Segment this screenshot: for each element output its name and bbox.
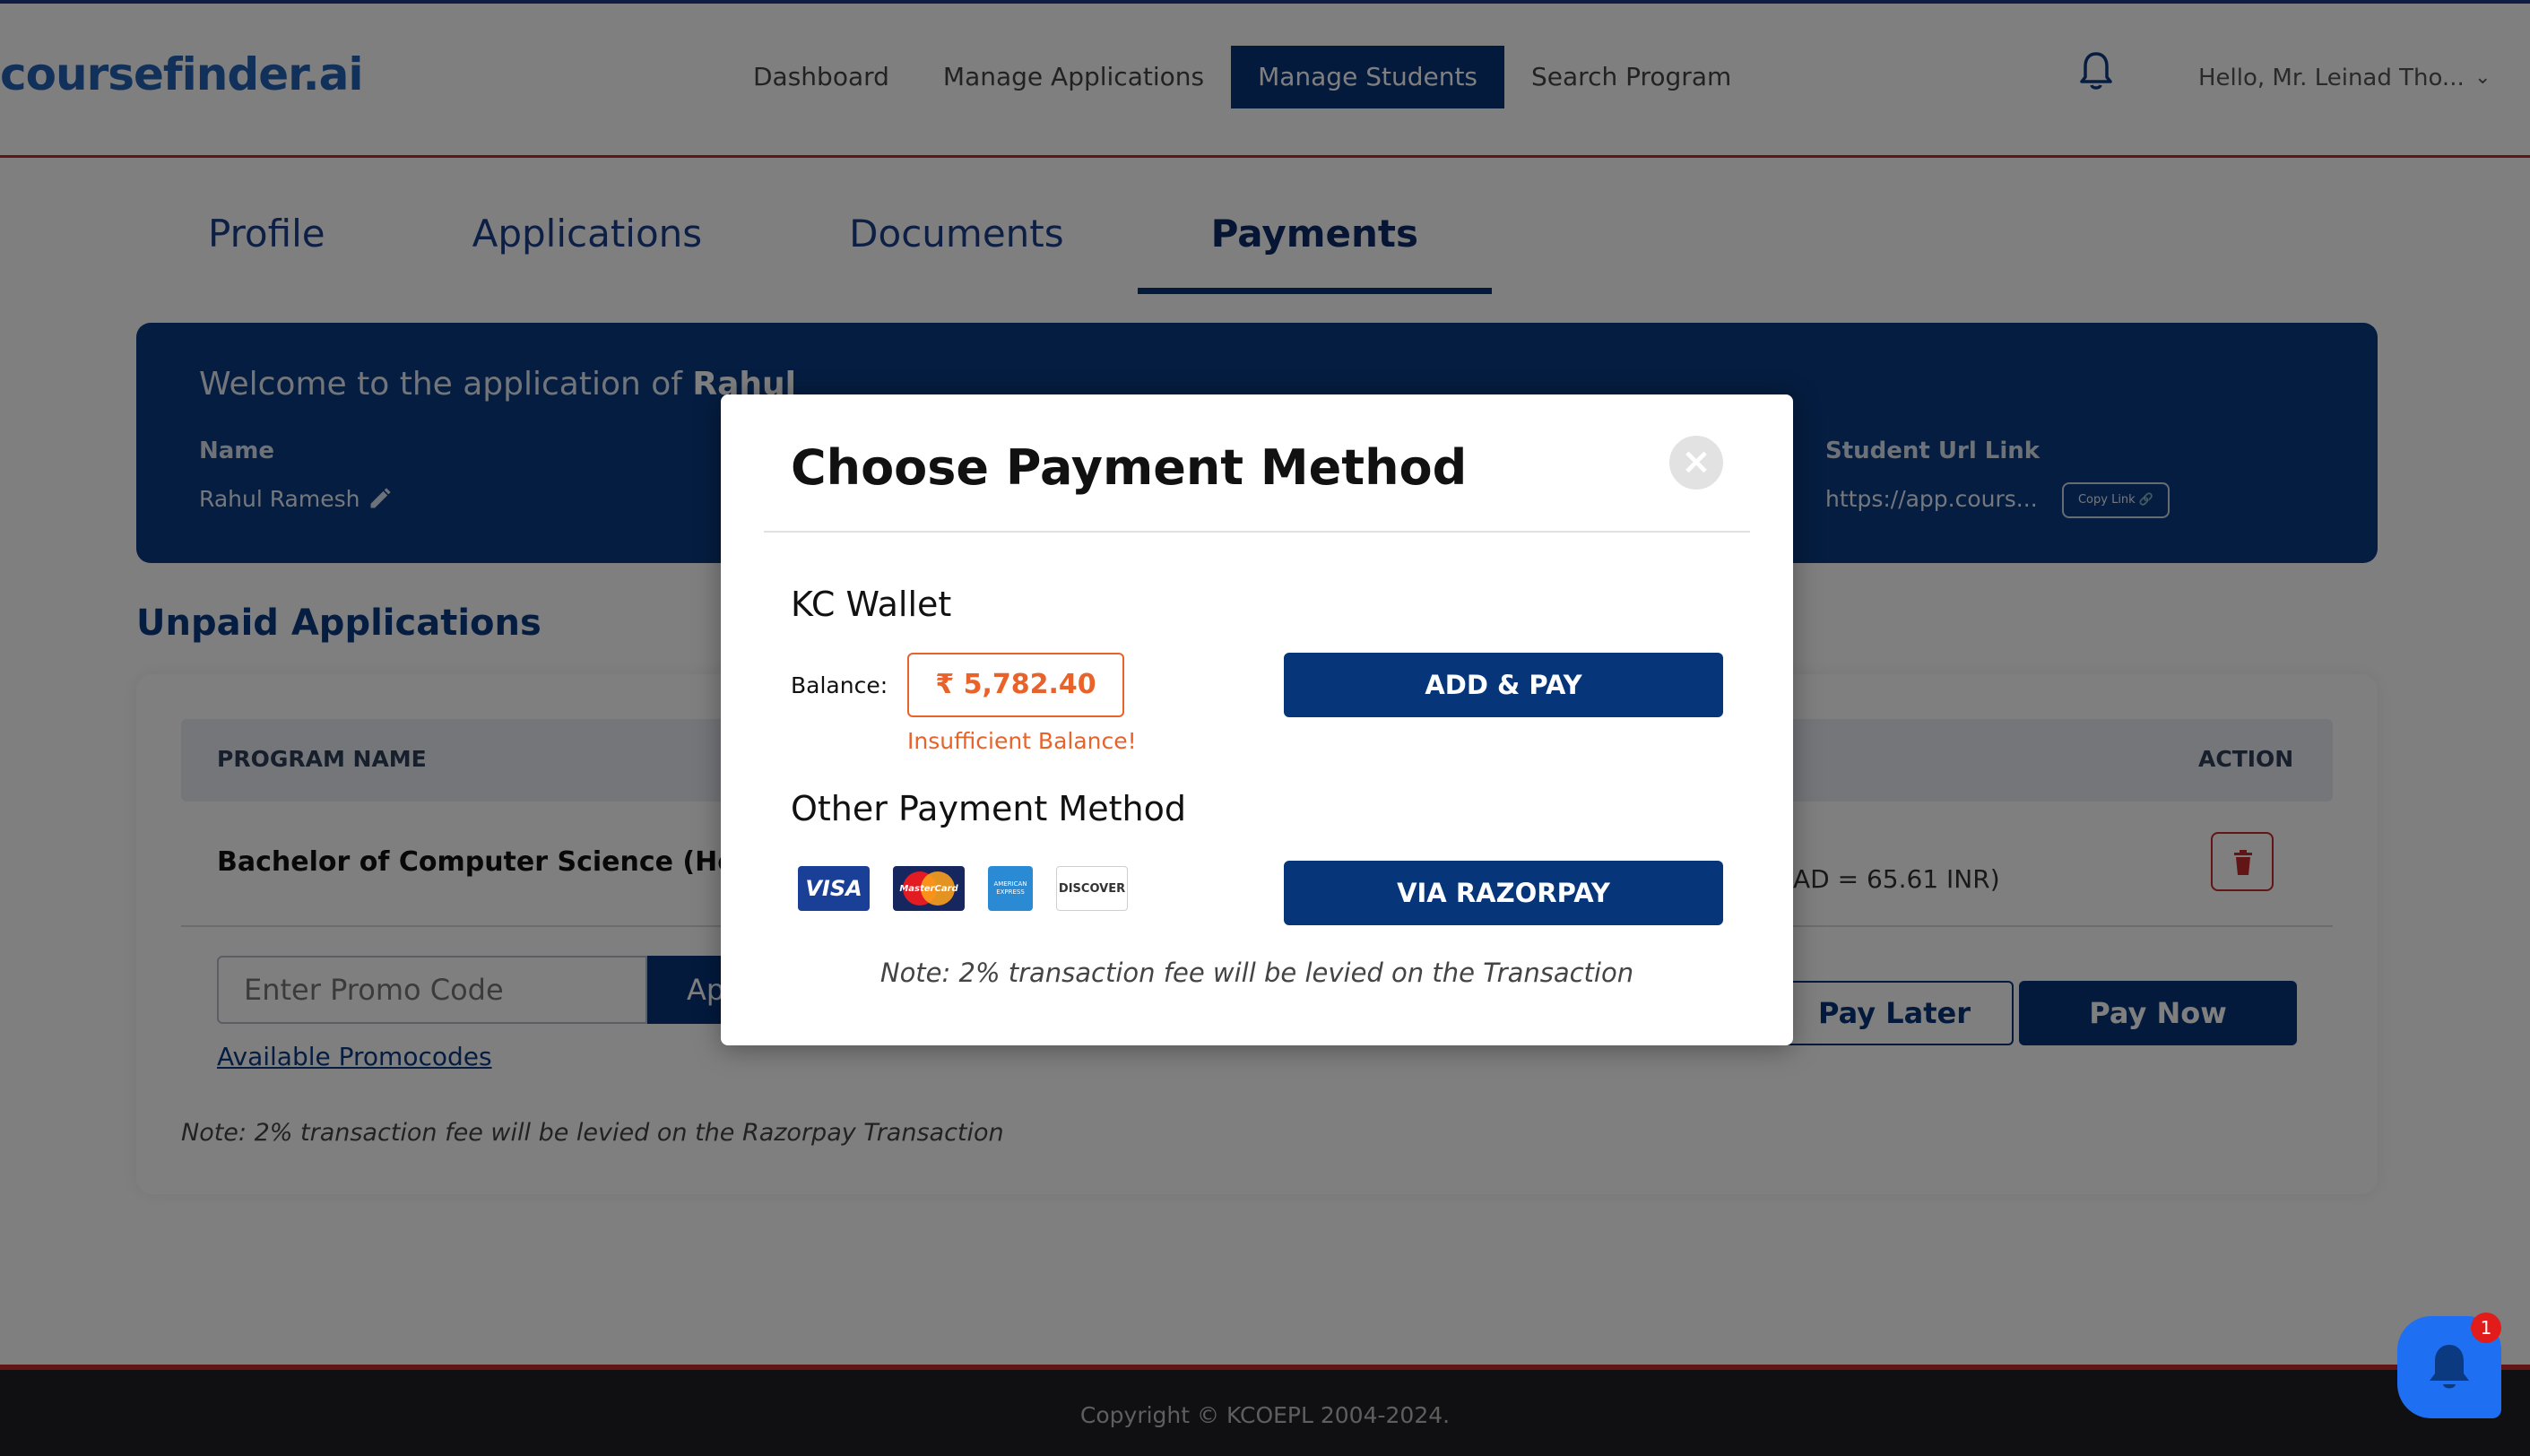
mastercard-icon: MasterCard (893, 866, 965, 911)
balance-label: Balance: (791, 672, 888, 698)
modal-title: Choose Payment Method (791, 439, 1468, 496)
via-razorpay-button[interactable]: VIA RAZORPAY (1284, 861, 1723, 925)
amex-icon: AMERICAN EXPRESS (988, 866, 1033, 911)
other-payment-title: Other Payment Method (791, 789, 1186, 828)
visa-icon: VISA (798, 866, 870, 911)
discover-label: DISCOVER (1058, 881, 1126, 896)
card-logos: VISA MasterCard AMERICAN EXPRESS DISCOVE… (798, 866, 1128, 911)
kc-wallet-title: KC Wallet (791, 585, 952, 624)
mastercard-label: MasterCard (899, 883, 958, 894)
discover-icon: DISCOVER (1056, 866, 1128, 911)
modal-divider (764, 531, 1750, 533)
payment-method-modal: Choose Payment Method × KC Wallet Balanc… (721, 394, 1793, 1045)
add-and-pay-button[interactable]: ADD & PAY (1284, 653, 1723, 717)
close-icon[interactable]: × (1669, 436, 1723, 490)
insufficient-balance-warning: Insufficient Balance! (907, 728, 1137, 754)
amex-label: AMERICAN EXPRESS (993, 880, 1027, 896)
wallet-balance: ₹ 5,782.40 (907, 653, 1124, 717)
bell-icon (2430, 1345, 2469, 1389)
notification-count-badge: 1 (2471, 1313, 2501, 1343)
visa-label: VISA (805, 876, 862, 901)
transaction-fee-note: Note: 2% transaction fee will be levied … (879, 958, 1634, 988)
